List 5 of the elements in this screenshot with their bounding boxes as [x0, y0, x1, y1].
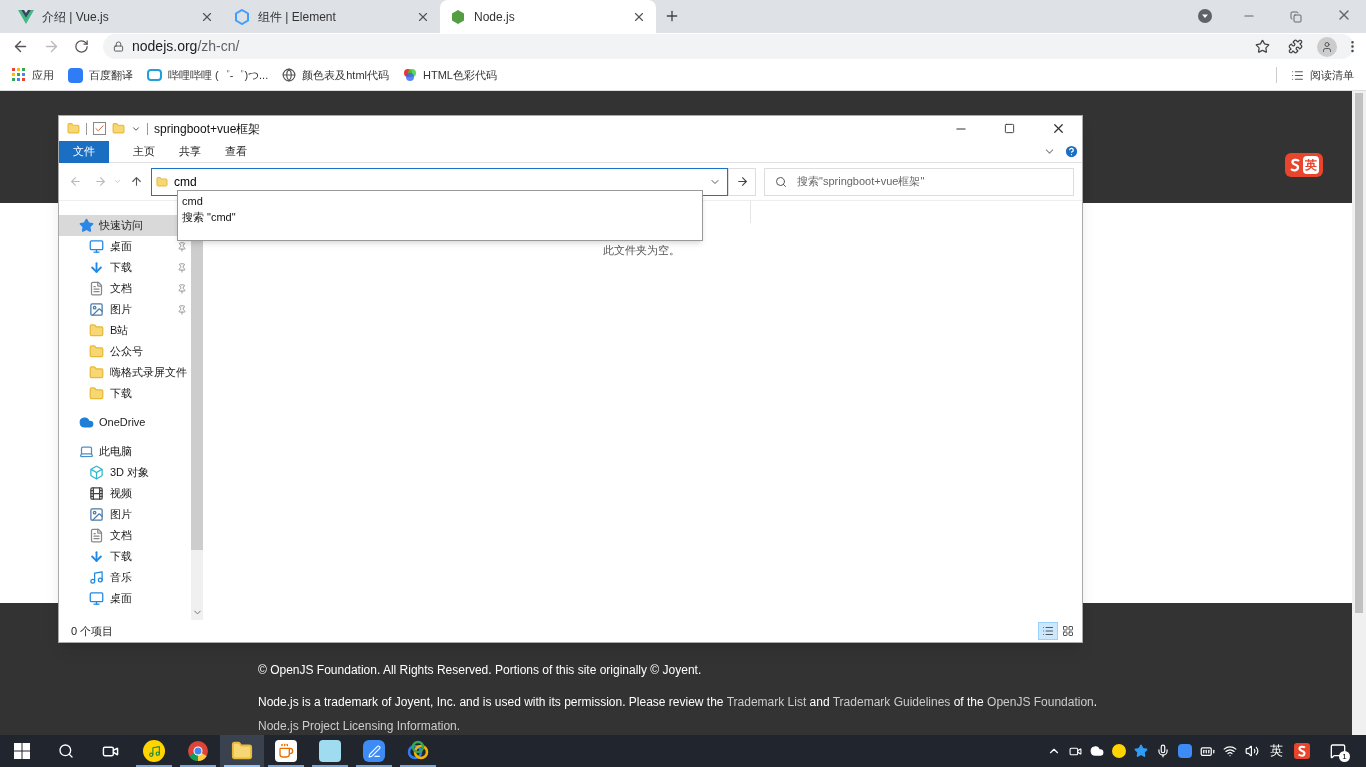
trademark-text: Node.js is a trademark of Joyent, Inc. and is used with its permission. Please review the Trademark List and Trademark Guidelines of the OpenJS Foundation. [258, 694, 1099, 711]
empty-folder-message: 此文件夹为空。 [602, 243, 681, 258]
window-title: springboot+vue框架 [154, 120, 261, 138]
item-count: 0 个项目 [71, 623, 114, 639]
copyright-text: © OpenJS Foundation. All Rights Reserved. Portions of this site originally © Joyent. [258, 662, 703, 679]
